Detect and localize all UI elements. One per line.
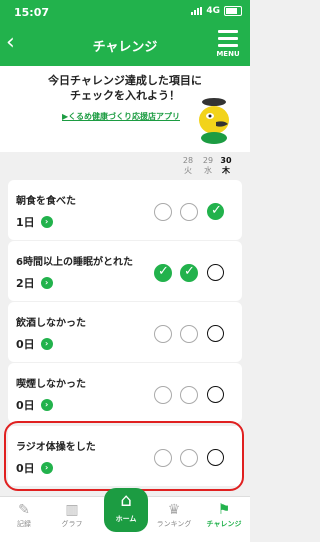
- challenge-card: 飲酒しなかった 0日 ›: [8, 302, 242, 362]
- challenge-name: 朝食を食べた: [16, 196, 76, 207]
- flag-icon: ⚑: [217, 502, 231, 518]
- menu-label: MENU: [216, 50, 240, 58]
- hero-panel: 今日チャレンジ達成した項目に チェックを入れよう！ ▶くるめ健康づくり応援店アプ…: [0, 66, 250, 152]
- date-col-today: 30 木: [220, 156, 232, 175]
- challenge-days[interactable]: 0日 ›: [16, 336, 53, 352]
- date-col-1: 28 火: [182, 156, 194, 175]
- challenge-days[interactable]: 2日 ›: [16, 275, 53, 291]
- check-toggle-today[interactable]: [207, 386, 224, 403]
- challenge-name: 喫煙しなかった: [16, 379, 86, 390]
- challenge-name: 飲酒しなかった: [16, 318, 86, 329]
- battery-icon: [224, 6, 242, 16]
- check-toggle[interactable]: [154, 203, 172, 221]
- check-toggle[interactable]: [180, 386, 198, 404]
- challenge-days[interactable]: 0日 ›: [16, 397, 53, 413]
- hero-message: 今日チャレンジ達成した項目に チェックを入れよう！: [48, 74, 202, 102]
- chevron-right-icon: ›: [40, 399, 53, 411]
- tab-challenge[interactable]: ⚑ チャレンジ: [204, 501, 244, 529]
- check-toggle-today[interactable]: [207, 325, 224, 342]
- app-header: ‹ チャレンジ MENU: [0, 24, 250, 66]
- check-toggle-today[interactable]: [207, 264, 224, 281]
- tab-home[interactable]: ⌂ ホーム: [104, 488, 148, 532]
- highlight-frame: [4, 421, 244, 491]
- chevron-right-icon: ›: [40, 277, 53, 289]
- chevron-right-icon: ›: [40, 216, 53, 228]
- check-toggle[interactable]: [180, 203, 198, 221]
- challenge-name: 6時間以上の睡眠がとれた: [16, 257, 133, 268]
- challenge-days[interactable]: 1日 ›: [16, 214, 53, 230]
- tab-record[interactable]: ✎ 記録: [4, 501, 44, 529]
- menu-icon: [218, 30, 238, 33]
- check-toggle[interactable]: [154, 386, 172, 404]
- status-time: 15:07: [14, 6, 50, 19]
- challenge-card: 6時間以上の睡眠がとれた 2日 ›: [8, 241, 242, 301]
- check-toggle[interactable]: [154, 264, 172, 282]
- crown-icon: ♛: [167, 502, 181, 518]
- bar-chart-icon: ▥: [65, 502, 79, 518]
- tab-graph[interactable]: ▥ グラフ: [52, 501, 92, 529]
- status-bar: 15:07 4G: [0, 0, 250, 24]
- tab-ranking[interactable]: ♛ ランキング: [154, 501, 194, 529]
- date-col-2: 29 水: [202, 156, 214, 175]
- challenge-card: 朝食を食べた 1日 ›: [8, 180, 242, 240]
- check-toggle[interactable]: [180, 264, 198, 282]
- mascot-image: [199, 98, 229, 144]
- pencil-icon: ✎: [18, 502, 30, 518]
- network-label: 4G: [206, 6, 220, 16]
- menu-button[interactable]: MENU: [216, 30, 240, 58]
- page-title: チャレンジ: [92, 40, 158, 55]
- partner-app-link[interactable]: ▶くるめ健康づくり応援店アプリ: [62, 111, 180, 122]
- signal-icon: [191, 7, 203, 15]
- check-toggle[interactable]: [154, 325, 172, 343]
- check-toggle-today[interactable]: [207, 203, 224, 220]
- chevron-right-icon: ›: [40, 338, 53, 350]
- challenge-card: 喫煙しなかった 0日 ›: [8, 363, 242, 423]
- check-toggle[interactable]: [180, 325, 198, 343]
- status-indicators: 4G: [191, 6, 242, 16]
- home-icon: ⌂: [120, 490, 132, 511]
